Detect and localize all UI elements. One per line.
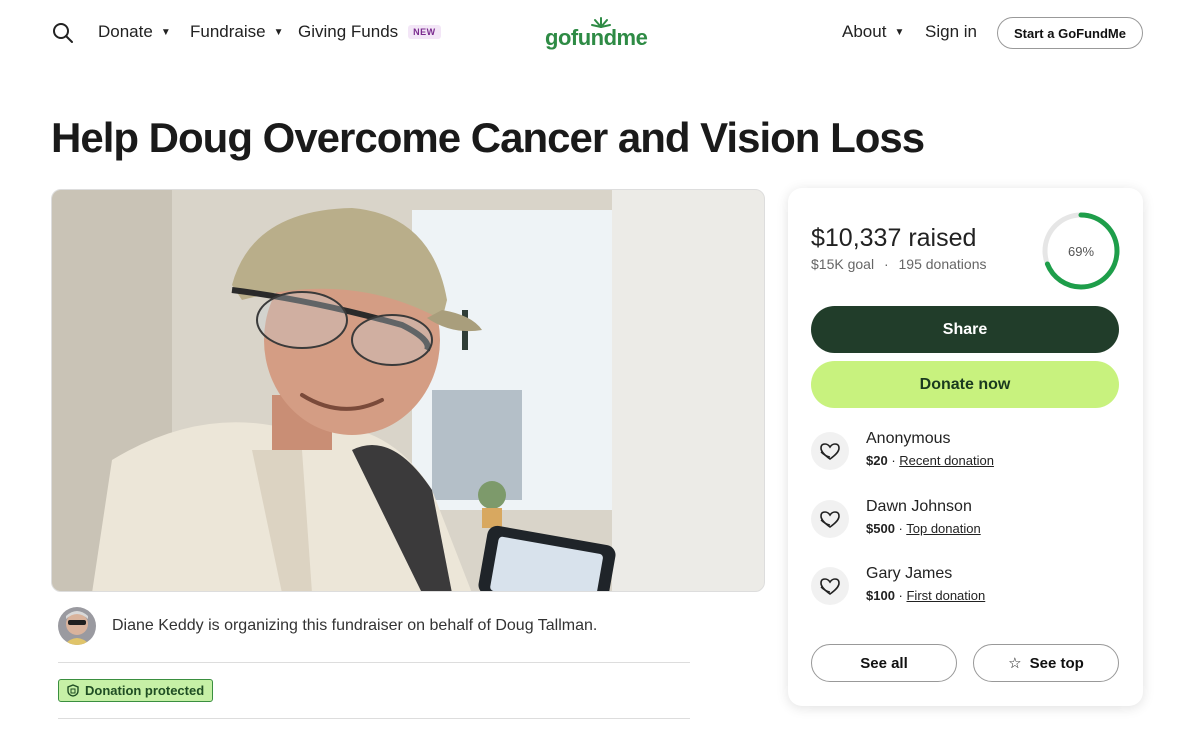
goal-separator: ·	[883, 256, 889, 272]
donor-amount: $20	[866, 453, 888, 468]
nav-about[interactable]: About ▼	[842, 22, 904, 42]
amount-raised: $10,337 raised	[811, 224, 977, 252]
donor-meta: $20 · Recent donation	[866, 453, 994, 468]
donor-name: Dawn Johnson	[866, 498, 972, 515]
see-all-button[interactable]: See all	[811, 644, 957, 682]
new-badge: NEW	[408, 25, 441, 39]
hero-image[interactable]	[51, 189, 765, 592]
caret-down-icon: ▼	[894, 26, 905, 38]
goal-amount: $15K goal	[811, 256, 875, 272]
page-title: Help Doug Overcome Cancer and Vision Los…	[51, 114, 925, 161]
donor-meta: $500 · Top donation	[866, 521, 981, 536]
donation-protected-badge[interactable]: Donation protected	[58, 679, 214, 702]
donor-name: Anonymous	[866, 430, 951, 447]
organizer-row: Diane Keddy is organizing this fundraise…	[58, 607, 597, 645]
donor-meta: $100 · First donation	[866, 588, 986, 603]
donor-amount: $500	[866, 521, 895, 536]
gofundme-logo[interactable]: gofundme	[545, 17, 650, 50]
star-icon: ☆	[1008, 655, 1022, 672]
caret-down-icon: ▼	[273, 26, 284, 38]
see-top-label: See top	[1029, 654, 1084, 672]
start-gofundme-button[interactable]: Start a GoFundMe	[997, 17, 1143, 49]
caret-down-icon: ▼	[160, 26, 171, 38]
avatar[interactable]	[58, 607, 96, 645]
donation-card: $10,337 raised $15K goal · 195 donations…	[788, 188, 1143, 706]
donor-item: Dawn Johnson $500 · Top donation	[811, 498, 1111, 542]
heart-hands-icon	[811, 500, 849, 538]
sign-in-link[interactable]: Sign in	[925, 22, 977, 42]
nav-giving-funds[interactable]: Giving Funds NEW	[298, 22, 441, 42]
nav-donate[interactable]: Donate ▼	[98, 22, 171, 42]
donation-count: 195 donations	[898, 256, 987, 272]
divider	[58, 662, 690, 663]
organizer-text: Diane Keddy is organizing this fundraise…	[112, 617, 598, 634]
heart-hands-icon	[811, 432, 849, 470]
site-header: Donate ▼ Fundraise ▼ Giving Funds NEW go…	[0, 0, 1200, 66]
goal-line: $15K goal · 195 donations	[811, 256, 986, 272]
nav-donate-label: Donate	[98, 22, 153, 41]
avatar-illustration	[58, 607, 96, 645]
donor-name: Gary James	[866, 565, 953, 582]
donate-now-button[interactable]: Donate now	[811, 361, 1119, 408]
search-icon[interactable]	[52, 22, 74, 44]
nav-fundraise[interactable]: Fundraise ▼	[190, 22, 284, 42]
donor-item: Anonymous $20 · Recent donation	[811, 430, 1111, 474]
nav-giving-funds-label: Giving Funds	[298, 22, 399, 41]
donor-amount: $100	[866, 588, 895, 603]
divider	[58, 718, 690, 719]
shield-icon	[67, 684, 79, 697]
donor-item: Gary James $100 · First donation	[811, 565, 1111, 609]
share-button[interactable]: Share	[811, 306, 1119, 353]
donor-type-link[interactable]: First donation	[906, 588, 985, 603]
donor-type-link[interactable]: Top donation	[906, 521, 980, 536]
see-top-button[interactable]: ☆ See top	[973, 644, 1119, 682]
progress-percent: 69%	[1067, 243, 1095, 259]
logo-text: gofundme	[545, 25, 648, 50]
nav-about-label: About	[842, 22, 887, 41]
donation-protected-label: Donation protected	[85, 683, 205, 698]
nav-fundraise-label: Fundraise	[190, 22, 266, 41]
hero-photo-illustration	[52, 190, 764, 591]
heart-hands-icon	[811, 567, 849, 605]
sign-in-label: Sign in	[925, 22, 977, 41]
donor-type-link[interactable]: Recent donation	[899, 453, 994, 468]
